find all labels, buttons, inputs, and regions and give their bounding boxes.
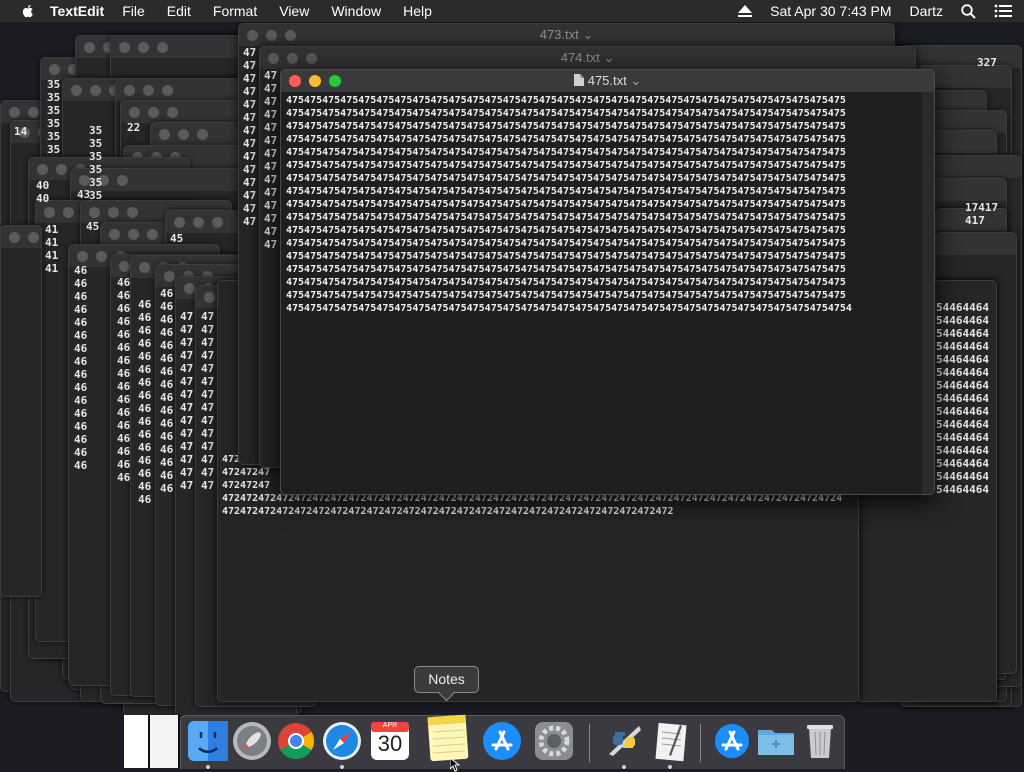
calendar-month: APR	[382, 722, 398, 729]
document-line: 4754754754754754754754754754754754754754…	[286, 121, 846, 132]
document-icon	[573, 74, 584, 86]
calendar-day: 30	[377, 731, 403, 756]
safari-compass-icon	[323, 722, 361, 760]
background-text-fragment: 46 46 46 46 46 46 46 46 46 46 46 46 46 4…	[138, 298, 152, 506]
dock-trash[interactable]	[797, 718, 843, 766]
document-text-area[interactable]: 4754754754754754754754754754754754754754…	[286, 94, 926, 492]
background-text-fragment: 46 46 46 46 46 46 46 46 46 46 46 46 46 4…	[117, 276, 131, 484]
dock-tooltip: Notes	[414, 666, 479, 693]
document-line: 4754754754754754754754754754754754754754…	[286, 251, 846, 262]
launchpad-rocket-icon	[233, 722, 271, 760]
document-line: 4754754754754754754754754754754754754754…	[286, 186, 846, 197]
background-text-fragment: 47 47 47 47 47 47 47 47 47 47 47 47 47 4…	[201, 310, 215, 492]
zoom-button[interactable]	[329, 75, 341, 87]
background-text-fragment: 47 47 47 47 47 47 47 47 47 47 47 47 47 4…	[180, 310, 194, 492]
menu-file[interactable]: File	[122, 3, 145, 19]
dock-app-store-folder[interactable]	[709, 718, 755, 766]
dock-safari[interactable]	[319, 718, 365, 769]
background-text-fragment: 45	[170, 232, 184, 245]
window-titlebar[interactable]: 474.txt ⌄	[260, 47, 915, 69]
document-line: 4754754754754754754754754754754754754754…	[286, 212, 846, 223]
menu-window[interactable]: Window	[331, 3, 381, 19]
menubar-clock[interactable]: Sat Apr 30 7:43 PM	[770, 3, 891, 19]
background-text-fragment: 43	[77, 188, 91, 201]
finder-icon	[188, 721, 228, 761]
dock-system-preferences[interactable]	[531, 718, 577, 766]
menu-view[interactable]: View	[279, 3, 309, 19]
background-text-fragment: 47 47 47 47 47 47 47 47 47 47 47 47 47 4…	[264, 69, 278, 251]
background-text-fragment: 35 35 35 35 35 35	[47, 78, 61, 156]
notes-icon	[427, 714, 469, 762]
dock-chrome[interactable]	[273, 718, 319, 766]
background-text-fragment: 54464464 54464464 54464464 54464464 5446…	[936, 301, 989, 496]
dock-folder[interactable]	[753, 718, 799, 766]
document-line: 4754754754754754754754754754754754754754…	[286, 303, 852, 314]
dock-finder[interactable]	[185, 718, 231, 769]
title-menu-chevron-icon[interactable]: ⌄	[630, 73, 641, 88]
document-line: 4754754754754754754754754754754754754754…	[286, 225, 846, 236]
apple-menu-icon[interactable]	[20, 3, 36, 19]
dock-calendar[interactable]: APR 30	[367, 718, 413, 766]
document-line: 4754754754754754754754754754754754754754…	[286, 264, 846, 275]
dock: APR 30	[180, 712, 845, 769]
window-title: 473.txt	[539, 27, 579, 42]
vertical-scrollbar[interactable]	[922, 92, 934, 494]
close-button[interactable]	[289, 75, 301, 87]
background-text-fragment: 46 46 46 46 46 46 46 46 46 46 46 46 46 4…	[160, 287, 174, 495]
app-store-icon	[483, 722, 521, 760]
dock-app-store[interactable]	[479, 718, 525, 766]
background-window[interactable]	[0, 225, 42, 597]
window-titlebar[interactable]: 475.txt ⌄	[281, 70, 934, 92]
dock-launchpad[interactable]	[229, 718, 275, 766]
background-text-fragment: 46 46 46 46 46 46 46 46 46 46 46 46 46 4…	[74, 264, 88, 472]
window-title: 474.txt	[560, 50, 600, 65]
menu-edit[interactable]: Edit	[167, 3, 191, 19]
dock-separator	[589, 724, 590, 762]
white-stripes	[124, 715, 180, 768]
menu-format[interactable]: Format	[213, 3, 257, 19]
document-line: 4754754754754754754754754754754754754754…	[286, 173, 846, 184]
window-titlebar[interactable]: 473.txt ⌄	[239, 24, 894, 46]
document-line: 4754754754754754754754754754754754754754…	[286, 147, 846, 158]
eject-icon[interactable]	[738, 5, 753, 17]
background-text-fragment: 41 41 41 41	[45, 223, 59, 275]
python-icon	[609, 726, 641, 756]
menu-help[interactable]: Help	[403, 3, 432, 19]
document-line: 4754754754754754754754754754754754754754…	[286, 134, 846, 145]
background-text-fragment: 14	[14, 125, 28, 138]
menu-bar: TextEdit File Edit Format View Window He…	[0, 0, 1024, 22]
background-text-fragment: 17417 417	[965, 201, 999, 227]
notification-center-icon[interactable]	[994, 4, 1012, 18]
background-text-fragment: 47 47 47 47 47 47 47 47 47 47 47 47 47 4…	[243, 46, 257, 228]
gear-icon	[535, 722, 573, 760]
document-line: 4754754754754754754754754754754754754754…	[286, 277, 846, 288]
menubar-user[interactable]: Dartz	[910, 3, 943, 19]
app-store-icon	[715, 724, 749, 758]
background-text-fragment: 45	[86, 220, 100, 233]
dock-python-launcher[interactable]	[601, 718, 647, 769]
dock-notes[interactable]	[425, 712, 471, 762]
document-line: 4754754754754754754754754754754754754754…	[286, 160, 846, 171]
folder-icon	[758, 730, 794, 755]
text-window-475[interactable]: 475.txt ⌄ 475475475475475475475475475475…	[280, 69, 935, 495]
trash-icon	[807, 725, 833, 758]
background-text-fragment: 22	[127, 121, 141, 134]
dock-separator	[700, 724, 701, 762]
menu-app-textedit[interactable]: TextEdit	[50, 3, 104, 19]
minimize-button[interactable]	[309, 75, 321, 87]
document-line: 4754754754754754754754754754754754754754…	[286, 199, 846, 210]
background-text-fragment: 35 35 35 35 35 35	[89, 124, 103, 202]
document-line: 4754754754754754754754754754754754754754…	[286, 238, 846, 249]
document-line: 4754754754754754754754754754754754754754…	[286, 108, 846, 119]
spotlight-search-icon[interactable]	[961, 3, 976, 19]
document-line: 4754754754754754754754754754754754754754…	[286, 95, 846, 106]
document-line: 4754754754754754754754754754754754754754…	[286, 290, 846, 301]
background-text-fragment: 40 40	[36, 179, 50, 205]
dock-textedit[interactable]	[647, 718, 693, 769]
textedit-icon	[655, 722, 687, 762]
window-title: 475.txt	[587, 73, 627, 88]
chrome-icon	[278, 723, 315, 760]
mouse-cursor-icon	[450, 758, 460, 772]
background-text-fragment: 327	[977, 56, 997, 69]
